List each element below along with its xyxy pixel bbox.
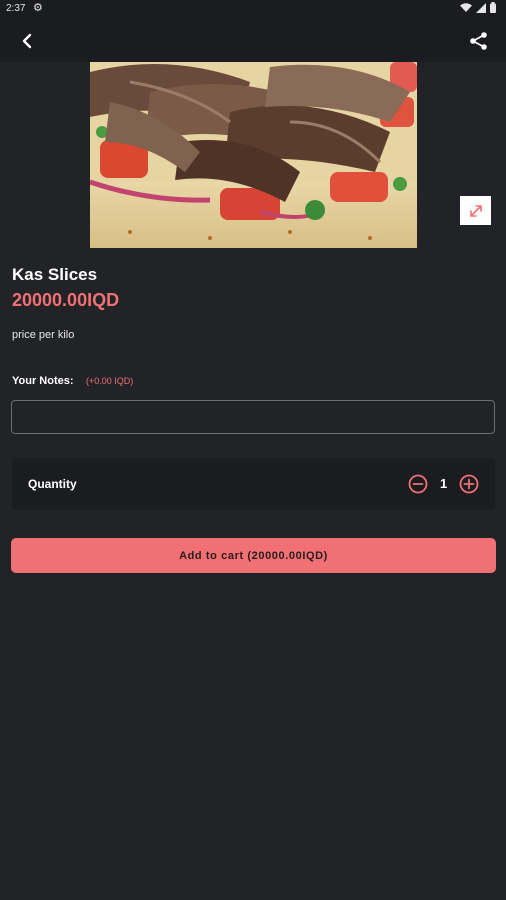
quantity-decrease-button[interactable] <box>408 474 428 494</box>
expand-icon <box>469 204 482 217</box>
back-button[interactable] <box>16 30 40 52</box>
back-arrow-icon <box>22 33 32 49</box>
product-title: Kas Slices <box>12 265 98 284</box>
quantity-increase-button[interactable] <box>459 474 479 494</box>
notes-label: Your Notes: <box>12 375 74 387</box>
settings-icon: ⚙ <box>33 2 43 14</box>
product-price: 20000.00IQD <box>12 290 120 310</box>
minus-circle-icon <box>408 474 428 494</box>
expand-image-button[interactable] <box>460 196 491 225</box>
add-to-cart-button[interactable]: Add to cart (20000.00IQD) <box>11 538 496 573</box>
status-time: 2:37 <box>6 3 26 14</box>
plus-circle-icon <box>459 474 479 494</box>
status-bar: 2:37 ⚙ <box>0 0 506 18</box>
product-description: price per kilo <box>12 329 75 341</box>
notes-input[interactable] <box>11 400 495 434</box>
wifi-icon <box>460 2 472 12</box>
status-icons <box>460 2 496 13</box>
app-bar <box>0 18 506 62</box>
signal-icon <box>476 2 486 13</box>
product-image <box>90 62 417 248</box>
notes-extra-price: (+0.00 IQD) <box>86 376 134 386</box>
quantity-value: 1 <box>440 476 448 491</box>
share-icon <box>470 32 487 50</box>
quantity-label: Quantity <box>28 477 77 491</box>
battery-icon <box>490 2 496 13</box>
product-image-illustration <box>90 62 417 248</box>
share-button[interactable] <box>468 30 490 52</box>
quantity-card: Quantity 1 <box>12 458 495 510</box>
